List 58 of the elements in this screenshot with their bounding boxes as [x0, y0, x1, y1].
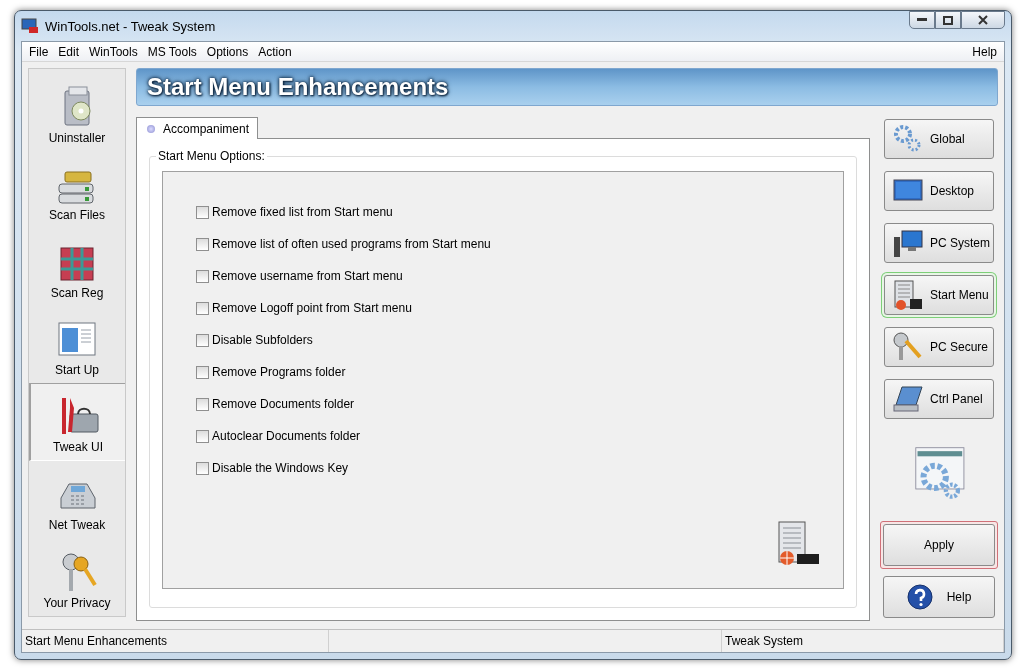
minimize-button[interactable] — [909, 11, 935, 29]
server-icon — [892, 279, 924, 311]
checkbox[interactable] — [196, 269, 209, 283]
app-icon — [21, 18, 39, 34]
sidebar-item[interactable]: Net Tweak — [29, 460, 125, 539]
tab[interactable]: Accompaniment — [136, 117, 259, 139]
sidebar-item[interactable]: Start Up — [29, 305, 125, 384]
page-header: Start Menu Enhancements — [136, 68, 998, 106]
status-text: Start Menu Enhancements — [22, 630, 329, 652]
checkbox-label: Remove username from Start menu — [212, 269, 403, 283]
checkbox-label: Remove Programs folder — [212, 365, 346, 379]
menu-item[interactable]: WinTools — [84, 44, 143, 59]
control-panel-icon — [892, 383, 924, 415]
close-icon — [978, 15, 988, 25]
checkbox[interactable] — [196, 365, 209, 379]
close-button[interactable] — [961, 11, 1005, 29]
checkbox[interactable] — [196, 301, 209, 315]
sidebar-item[interactable]: Tweak UI — [29, 383, 125, 461]
menu-item[interactable]: Options — [201, 44, 254, 59]
sidebar-item[interactable]: Uninstaller — [29, 73, 125, 151]
menu-item[interactable]: MS Tools — [142, 44, 202, 59]
maximize-icon — [943, 15, 953, 25]
checkbox-label: Remove Documents folder — [212, 397, 355, 411]
nav-button[interactable]: Desktop — [884, 171, 994, 211]
nav-button[interactable]: Ctrl Panel — [884, 379, 994, 419]
key-icon — [892, 331, 924, 363]
sidebar-item[interactable]: Scan Reg — [29, 228, 125, 306]
status-text: Tweak System — [722, 630, 1004, 652]
minimize-icon — [917, 18, 927, 22]
menu-item[interactable]: File — [24, 44, 54, 59]
help-icon — [906, 584, 933, 610]
sidebar-item[interactable]: Your Privacy — [29, 538, 125, 616]
nav-button[interactable]: Start Menu — [884, 275, 994, 315]
checkbox-label: Remove list of often used programs from Start menu — [212, 237, 491, 251]
help-button[interactable]: Help — [883, 576, 995, 618]
checkbox-label: Disable Subfolders — [212, 333, 313, 347]
checkbox[interactable] — [196, 237, 209, 251]
checkbox-label: Autoclear Documents folder — [212, 429, 361, 443]
computer-icon — [892, 227, 924, 259]
checkbox[interactable] — [196, 397, 209, 411]
checkbox-label: Remove Logoff point from Start menu — [212, 301, 412, 315]
nav-button[interactable]: Global — [884, 119, 994, 159]
group-title: Start Menu Options: — [157, 149, 266, 163]
nav-button[interactable]: PC System — [884, 223, 994, 263]
checkbox[interactable] — [196, 205, 209, 219]
nav-button[interactable]: PC Secure — [884, 327, 994, 367]
window-title: WinTools.net - Tweak System — [45, 18, 216, 34]
checkbox-label: Disable the Windows Key — [212, 461, 349, 475]
maximize-button[interactable] — [935, 11, 961, 29]
sidebar-item[interactable]: Scan Files — [29, 150, 125, 229]
checkbox[interactable] — [196, 429, 209, 443]
checkbox[interactable] — [196, 333, 209, 347]
checkbox-label: Remove fixed list from Start menu — [212, 205, 393, 219]
menu-item[interactable]: Edit — [53, 44, 85, 59]
apply-button[interactable]: Apply — [883, 524, 995, 566]
checkbox[interactable] — [196, 461, 209, 475]
menu-item[interactable]: Action — [253, 44, 297, 59]
menu-item[interactable]: Help — [967, 44, 1002, 59]
